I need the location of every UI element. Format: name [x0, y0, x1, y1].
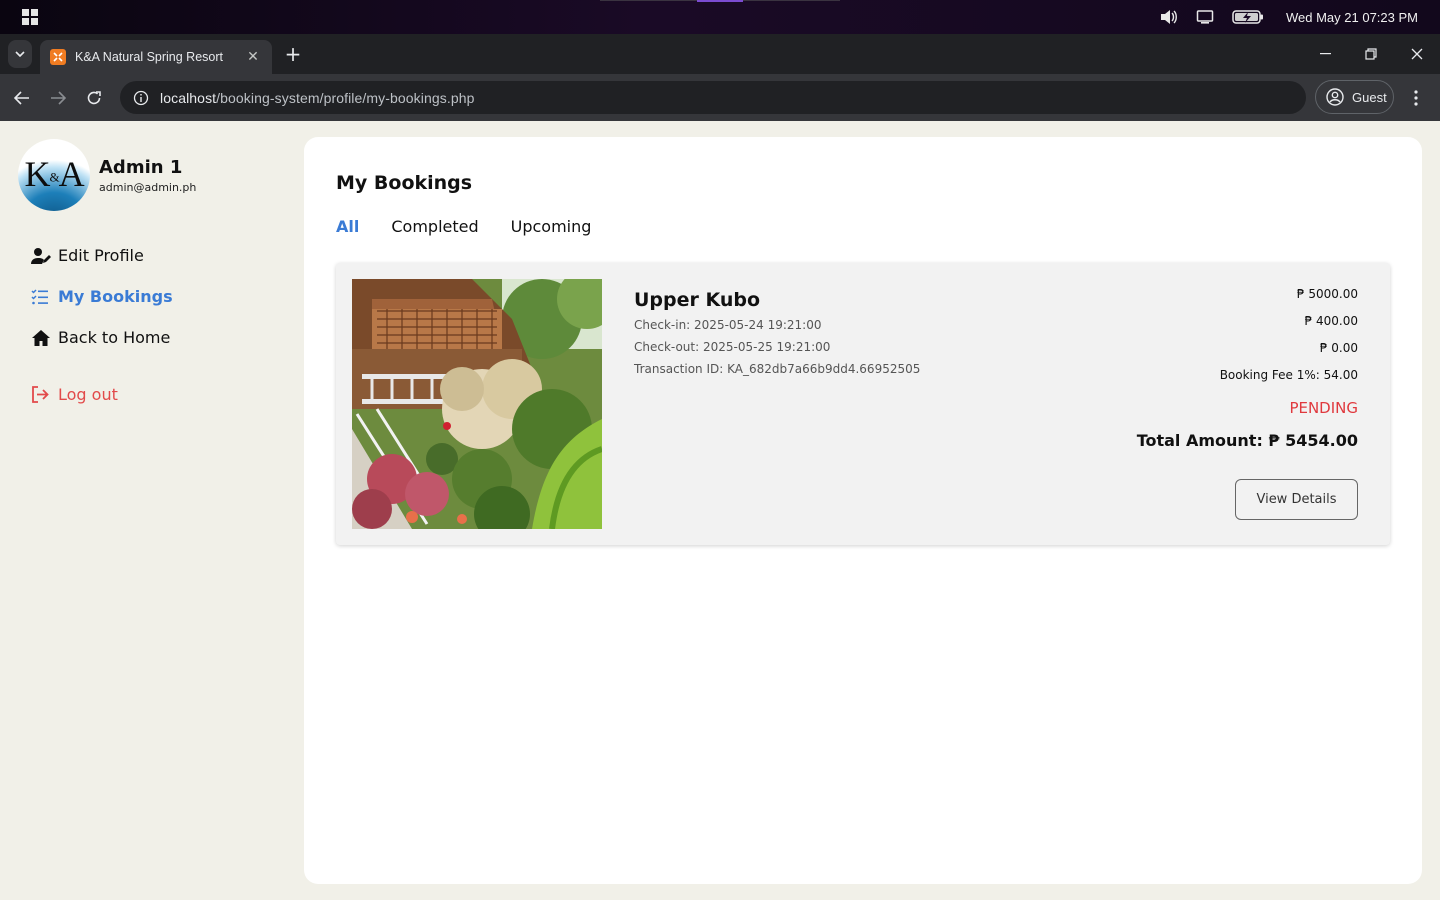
sidebar-item-label: My Bookings [58, 287, 173, 306]
price-room: ₱ 5000.00 [1296, 287, 1358, 301]
sidebar-nav: Edit Profile My Bookings Back to Home Lo… [31, 235, 173, 415]
profile-header: K&A Admin 1 admin@admin.ph [18, 139, 196, 211]
os-taskbar: Wed May 21 07:23 PM [0, 0, 1440, 34]
restore-icon[interactable] [1348, 34, 1394, 74]
logo-text: K&A [24, 154, 84, 194]
profile-name: Admin 1 [99, 156, 183, 178]
total-amount: Total Amount: ₱ 5454.00 [1136, 431, 1358, 450]
logout-label: Log out [58, 385, 118, 404]
reload-icon[interactable] [80, 84, 108, 112]
price-extra: ₱ 400.00 [1304, 314, 1358, 328]
guest-label: Guest [1352, 89, 1387, 105]
minimize-icon[interactable] [1302, 34, 1348, 74]
price-discount: ₱ 0.00 [1319, 341, 1358, 355]
tab-upcoming[interactable]: Upcoming [511, 217, 592, 236]
resort-logo-avatar: K&A [18, 139, 90, 211]
system-clock[interactable]: Wed May 21 07:23 PM [1286, 10, 1418, 25]
logout-icon [31, 385, 53, 405]
check-in: Check-in: 2025-05-24 19:21:00 [634, 318, 822, 332]
battery-charging-icon[interactable] [1232, 9, 1264, 25]
close-tab-icon[interactable]: ✕ [244, 49, 262, 65]
display-icon[interactable] [1196, 9, 1214, 25]
sidebar-item-label: Edit Profile [58, 246, 144, 265]
sidebar: K&A Admin 1 admin@admin.ph Edit Profile … [0, 121, 300, 900]
user-edit-icon [31, 246, 53, 266]
address-bar[interactable]: localhost/booking-system/profile/my-book… [120, 81, 1306, 114]
room-name: Upper Kubo [634, 289, 761, 311]
volume-icon[interactable] [1160, 9, 1178, 25]
system-tray: Wed May 21 07:23 PM [1160, 0, 1418, 34]
window-controls [1302, 34, 1440, 74]
account-circle-icon [1326, 88, 1344, 106]
sidebar-item-label: Back to Home [58, 328, 171, 347]
browser-tabstrip: K&A Natural Spring Resort ✕ + [0, 34, 1440, 74]
site-favicon-icon [50, 49, 66, 65]
booking-fee: Booking Fee 1%: 54.00 [1219, 368, 1358, 382]
profile-text: Admin 1 admin@admin.ph [99, 157, 196, 194]
url-text: localhost/booking-system/profile/my-book… [160, 90, 475, 106]
browser-tab[interactable]: K&A Natural Spring Resort ✕ [40, 40, 272, 74]
guest-profile-button[interactable]: Guest [1315, 80, 1394, 114]
booking-filter-tabs: All Completed Upcoming [336, 217, 591, 236]
profile-email: admin@admin.ph [99, 180, 197, 194]
site-info-icon[interactable] [130, 87, 152, 109]
tab-search-button[interactable] [8, 40, 32, 68]
home-icon [31, 328, 53, 348]
back-icon[interactable] [8, 84, 36, 112]
transaction-id: Transaction ID: KA_682db7a66b9dd4.669525… [634, 362, 921, 376]
url-path: /booking-system/profile/my-bookings.php [216, 89, 475, 106]
more-menu-icon[interactable] [1404, 84, 1428, 112]
url-host: localhost [160, 89, 217, 106]
booking-card: Upper Kubo Check-in: 2025-05-24 19:21:00… [336, 263, 1390, 545]
tab-title: K&A Natural Spring Resort [75, 50, 223, 64]
taskbar-active-indicator [697, 0, 743, 2]
bookings-panel: My Bookings All Completed Upcoming Upper… [304, 137, 1422, 884]
page-title: My Bookings [336, 172, 473, 194]
windows-logo-icon[interactable] [22, 9, 38, 25]
price-breakdown: ₱ 5000.00 ₱ 400.00 ₱ 0.00 Booking Fee 1%… [1220, 287, 1358, 395]
chevron-down-icon [15, 51, 25, 57]
logout-link[interactable]: Log out [31, 374, 173, 415]
tab-completed[interactable]: Completed [391, 217, 478, 236]
sidebar-item-edit-profile[interactable]: Edit Profile [31, 235, 173, 276]
check-out: Check-out: 2025-05-25 19:21:00 [634, 340, 831, 354]
browser-toolbar: localhost/booking-system/profile/my-book… [0, 74, 1440, 121]
status-badge: PENDING [1289, 399, 1358, 417]
view-details-button[interactable]: View Details [1235, 479, 1358, 520]
list-check-icon [31, 287, 53, 307]
sidebar-item-my-bookings[interactable]: My Bookings [31, 276, 173, 317]
room-photo [352, 279, 602, 529]
page: K&A Admin 1 admin@admin.ph Edit Profile … [0, 121, 1440, 900]
close-window-icon[interactable] [1394, 34, 1440, 74]
new-tab-icon[interactable]: + [282, 42, 304, 66]
tab-all[interactable]: All [336, 217, 359, 236]
sidebar-item-back-to-home[interactable]: Back to Home [31, 317, 173, 358]
forward-icon[interactable] [44, 84, 72, 112]
booking-info: Upper Kubo Check-in: 2025-05-24 19:21:00… [634, 289, 920, 377]
